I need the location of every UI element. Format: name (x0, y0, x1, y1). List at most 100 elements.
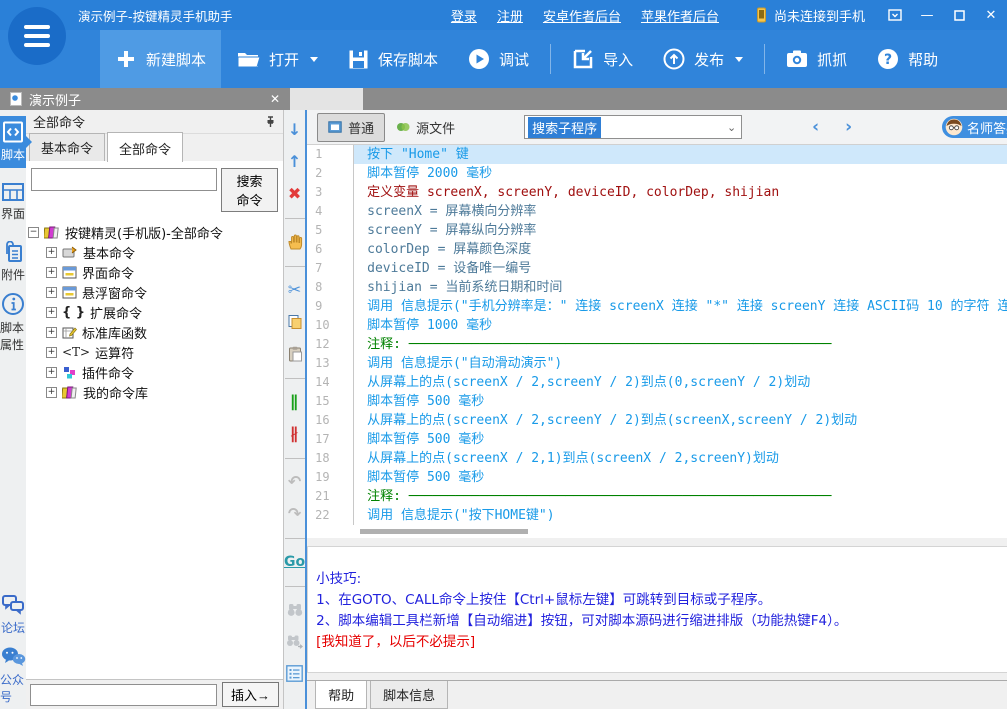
hand-tool-icon[interactable] (286, 232, 304, 251)
goto-icon[interactable]: Go (284, 552, 305, 571)
uncomment-icon[interactable]: ∦ (290, 424, 299, 443)
app-logo-icon[interactable] (8, 7, 66, 65)
code-line[interactable]: 19脚本暂停 500 毫秒 (307, 468, 1007, 487)
expand-icon[interactable]: + (46, 367, 57, 378)
tree-item-float-window-commands[interactable]: + 悬浮窗命令 (28, 282, 281, 302)
undo-icon[interactable]: ↶ (288, 472, 301, 491)
ios-author-link[interactable]: 苹果作者后台 (641, 6, 719, 25)
insert-button[interactable]: 插入→ (222, 682, 279, 707)
find-icon[interactable] (286, 600, 304, 619)
collapse-icon[interactable]: − (28, 227, 39, 238)
sidebar-item-script[interactable]: 脚本 (0, 116, 26, 168)
mode-tab-normal[interactable]: 普通 (317, 113, 385, 142)
tree-root[interactable]: − 按键精灵(手机版)-全部命令 (28, 222, 281, 242)
nav-next-icon[interactable]: › (845, 119, 852, 136)
close-button[interactable]: ✕ (975, 0, 1007, 30)
redo-icon[interactable]: ↷ (288, 504, 301, 523)
code-line[interactable]: 5screenY = 屏幕纵向分辨率 (307, 221, 1007, 240)
code-line[interactable]: 1按下 "Home" 键 (307, 145, 1007, 164)
expand-icon[interactable]: + (46, 307, 57, 318)
subroutine-search-dropdown[interactable]: 搜索子程序 ⌄ (524, 115, 742, 139)
nav-prev-icon[interactable]: ‹ (812, 119, 819, 136)
expand-icon[interactable]: + (46, 267, 57, 278)
code-line[interactable]: 4screenX = 屏幕横向分辨率 (307, 202, 1007, 221)
expand-icon[interactable]: + (46, 387, 57, 398)
code-line[interactable]: 7deviceID = 设备唯一编号 (307, 259, 1007, 278)
insert-command-input[interactable] (30, 684, 217, 706)
code-line[interactable]: 18从屏幕上的点(screenX / 2,1)到点(screenX / 2,sc… (307, 449, 1007, 468)
capture-button[interactable]: 抓抓 (771, 30, 862, 88)
delete-line-icon[interactable]: ✖ (288, 184, 301, 203)
expand-icon[interactable]: + (46, 247, 57, 258)
new-script-button[interactable]: 新建脚本 (100, 30, 221, 88)
maximize-button[interactable] (943, 0, 975, 30)
code-line[interactable]: 3定义变量 screenX, screenY, deviceID, colorD… (307, 183, 1007, 202)
publish-button[interactable]: 发布 (648, 30, 758, 88)
move-down-icon[interactable]: ↓ (288, 120, 301, 139)
android-author-link[interactable]: 安卓作者后台 (543, 6, 621, 25)
tab-basic-commands[interactable]: 基本命令 (29, 133, 105, 161)
sidebar-item-script-properties[interactable]: 脚本属性 (0, 296, 26, 348)
cut-icon[interactable]: ✂ (288, 280, 301, 299)
pin-icon[interactable] (265, 116, 276, 128)
tab-script-info[interactable]: 脚本信息 (370, 681, 448, 709)
sidebar-item-attachment[interactable]: 附件 (0, 236, 26, 288)
expand-icon[interactable]: + (46, 347, 57, 358)
tree-item-my-library[interactable]: + 我的命令库 (28, 382, 281, 402)
save-script-button[interactable]: 保存脚本 (333, 30, 453, 88)
teacher-qa-button[interactable]: 名师答疑 (942, 116, 1007, 138)
code-line[interactable]: 22调用 信息提示("按下HOME键") (307, 506, 1007, 525)
code-line[interactable]: 2脚本暂停 2000 毫秒 (307, 164, 1007, 183)
sidebar-item-ui[interactable]: 界面 (0, 176, 26, 228)
copy-icon[interactable] (287, 312, 303, 331)
login-link[interactable]: 登录 (451, 6, 477, 25)
code-line[interactable]: 21注释: ──────────────────────────────────… (307, 487, 1007, 506)
code-line[interactable]: 6colorDep = 屏幕颜色深度 (307, 240, 1007, 259)
find-next-icon[interactable] (286, 632, 304, 651)
open-button[interactable]: 打开 (221, 30, 333, 88)
move-up-icon[interactable]: ↑ (288, 152, 301, 171)
tips-title: 小技巧: (316, 569, 1007, 590)
minimize-button[interactable]: — (911, 0, 943, 30)
window-menu-icon[interactable] (879, 0, 911, 30)
tree-item-standard-library[interactable]: + 标准库函数 (28, 322, 281, 342)
code-editor[interactable]: 1按下 "Home" 键 2脚本暂停 2000 毫秒 3定义变量 screenX… (307, 145, 1007, 538)
tree-item-operators[interactable]: + <T> 运算符 (28, 342, 281, 362)
outline-list-icon[interactable] (286, 664, 303, 683)
code-line[interactable]: 12注释: ──────────────────────────────────… (307, 335, 1007, 354)
connection-status[interactable]: 尚未连接到手机 (741, 6, 879, 25)
code-line[interactable]: 16从屏幕上的点(screenX / 2,screenY / 2)到点(scre… (307, 411, 1007, 430)
tree-item-plugin-commands[interactable]: + 插件命令 (28, 362, 281, 382)
sidebar-item-forum[interactable]: 论坛 (0, 589, 26, 641)
code-line[interactable]: 9调用 信息提示("手机分辨率是：" 连接 screenX 连接 "*" 连接 … (307, 297, 1007, 316)
sidebar-item-wechat[interactable]: 公众号 (0, 649, 26, 701)
mode-tab-source[interactable]: 源文件 (385, 113, 466, 142)
wechat-icon (0, 646, 26, 668)
code-line[interactable]: 13调用 信息提示("自动滑动演示") (307, 354, 1007, 373)
scrollbar-thumb[interactable] (360, 529, 528, 534)
paste-icon[interactable] (287, 344, 303, 363)
comment-icon[interactable]: ∥ (290, 392, 299, 411)
tree-item-ui-commands[interactable]: + 界面命令 (28, 262, 281, 282)
tab-close-icon[interactable]: ✕ (270, 92, 280, 106)
help-button[interactable]: ? 帮助 (862, 30, 953, 88)
tree-item-basic-commands[interactable]: + 基本命令 (28, 242, 281, 262)
debug-button[interactable]: 调试 (453, 30, 544, 88)
tab-all-commands[interactable]: 全部命令 (107, 132, 183, 162)
code-line[interactable]: 17脚本暂停 500 毫秒 (307, 430, 1007, 449)
command-search-button[interactable]: 搜索命令 (221, 168, 278, 212)
tab-help[interactable]: 帮助 (315, 681, 367, 709)
code-line[interactable]: 14从屏幕上的点(screenX / 2,screenY / 2)到点(0,sc… (307, 373, 1007, 392)
tips-dismiss-link[interactable]: [我知道了，以后不必提示] (316, 632, 1007, 653)
horizontal-scrollbar[interactable] (354, 525, 1007, 538)
tree-item-extended-commands[interactable]: + { } 扩展命令 (28, 302, 281, 322)
code-line[interactable]: 10脚本暂停 1000 毫秒 (307, 316, 1007, 335)
expand-icon[interactable]: + (46, 327, 57, 338)
command-search-input[interactable] (31, 168, 217, 191)
code-line[interactable]: 8shijian = 当前系统日期和时间 (307, 278, 1007, 297)
expand-icon[interactable]: + (46, 287, 57, 298)
register-link[interactable]: 注册 (497, 6, 523, 25)
code-line[interactable]: 15脚本暂停 500 毫秒 (307, 392, 1007, 411)
doc-tab-demo[interactable]: 演示例子 ✕ (0, 88, 290, 110)
import-button[interactable]: 导入 (557, 30, 648, 88)
